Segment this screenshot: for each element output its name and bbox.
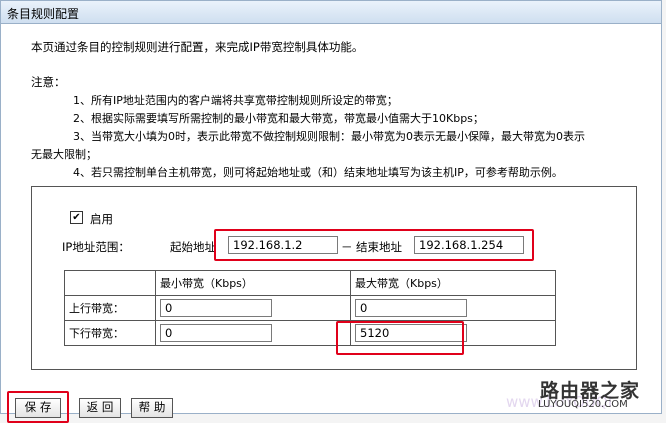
watermark-url: LUYOUQI520.COM	[538, 399, 628, 410]
notice-label: 注意：	[31, 75, 66, 89]
ip-range-highlight	[214, 229, 534, 261]
intro-text: 本页通过条目的控制规则进行配置，来完成IP带宽控制具体功能。	[31, 40, 364, 54]
note-2: 2、根据实际需要填写所需控制的最小带宽和最大带宽，带宽最小值需大于10Kbps；	[73, 112, 484, 125]
table-row: 上行带宽： 0 0	[64, 295, 556, 321]
enable-label: 启用	[90, 212, 113, 226]
table-row: 下行带宽： 0 5120	[64, 320, 556, 346]
header-max-bandwidth: 最大带宽（Kbps）	[350, 270, 556, 296]
start-address-label: 起始地址	[170, 240, 216, 254]
upload-min-input[interactable]: 0	[160, 299, 272, 317]
download-max-highlight	[336, 321, 464, 355]
note-4: 4、若只需控制单台主机带宽，则可将起始地址或（和）结束地址填写为该主机IP，可参…	[73, 166, 563, 179]
note-1: 1、所有IP地址范围内的客户端将共享宽带控制规则所设定的带宽；	[73, 94, 398, 107]
bandwidth-table: 最小带宽（Kbps） 最大带宽（Kbps） 上行带宽： 0 0 下行带宽： 0 …	[64, 270, 556, 346]
note-3-continued: 无最大限制；	[31, 148, 97, 161]
upload-label: 上行带宽：	[64, 295, 156, 321]
title-bar: 条目规则配置	[1, 1, 661, 24]
config-panel: 条目规则配置 本页通过条目的控制规则进行配置，来完成IP带宽控制具体功能。 注意…	[0, 0, 662, 423]
header-blank	[64, 270, 156, 296]
save-highlight	[7, 391, 69, 423]
upload-max-input[interactable]: 0	[355, 299, 467, 317]
page-title: 条目规则配置	[7, 7, 80, 21]
header-min-bandwidth: 最小带宽（Kbps）	[155, 270, 351, 296]
back-button[interactable]: 返 回	[79, 398, 121, 418]
table-header-row: 最小带宽（Kbps） 最大带宽（Kbps）	[64, 270, 556, 296]
rule-settings-box: ✔ 启用 IP地址范围： 起始地址 192.168.1.2 － 结束地址 192…	[31, 186, 637, 370]
ip-range-label: IP地址范围：	[62, 240, 130, 254]
note-3: 3、当带宽大小填为0时，表示此带宽不做控制规则限制：最小带宽为0表示无最小保障，…	[73, 130, 585, 143]
help-button[interactable]: 帮 助	[131, 398, 173, 418]
download-label: 下行带宽：	[64, 320, 156, 346]
enable-checkbox[interactable]: ✔	[70, 211, 83, 224]
download-min-input[interactable]: 0	[160, 324, 272, 342]
